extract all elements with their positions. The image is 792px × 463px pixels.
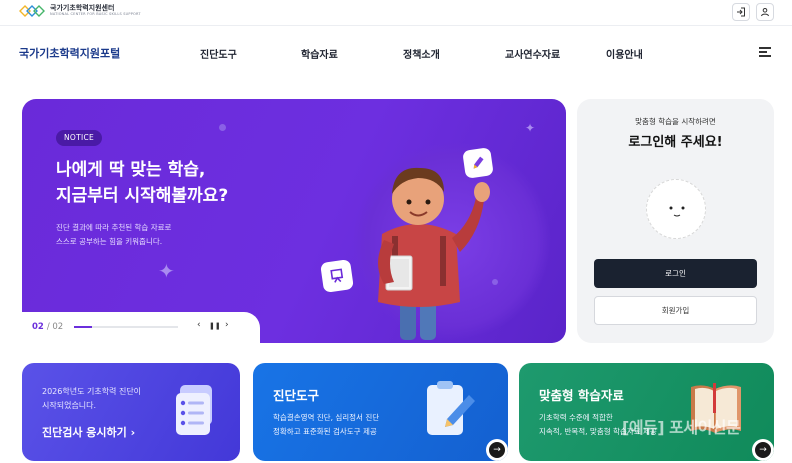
hamburger-menu-icon[interactable] xyxy=(759,47,771,57)
take-exam-link[interactable]: 진단검사 응시하기 › xyxy=(42,424,135,440)
login-title: 로그인해 주세요! xyxy=(628,135,723,150)
login-subtitle: 맞춤형 학습을 시작하려면 xyxy=(635,117,716,126)
smiley-avatar-icon xyxy=(646,179,706,239)
easel-badge-icon xyxy=(320,259,354,293)
pause-slide-button[interactable]: ❚❚ xyxy=(209,322,221,330)
card-custom-learning[interactable]: 맞춤형 학습자료 기초학력 수준에 적합한 지속적, 반복적, 맞춤형 학습자료… xyxy=(519,363,774,461)
user-icon xyxy=(761,8,769,17)
login-button[interactable]: 로그인 xyxy=(594,259,757,288)
card-exam-text: 2026학년도 기초학력 진단이 시작되었습니다. xyxy=(42,387,142,410)
slide-counter: 02 / 02 xyxy=(32,322,64,332)
card-tools-arrow-button[interactable]: → xyxy=(486,439,508,461)
hero-slide-pager: 02 / 02 ‹ ❚❚ › xyxy=(22,312,260,343)
main-navigation: 국가기초학력지원포털 진단도구 학습자료 정책소개 교사연수자료 이용안내 xyxy=(0,26,792,80)
pencil-badge-icon xyxy=(462,147,494,179)
card-diagnostic-exam[interactable]: 2026학년도 기초학력 진단이 시작되었습니다. 진단검사 응시하기 › xyxy=(22,363,240,461)
user-icon-button[interactable] xyxy=(756,3,774,21)
logo-title: 국가기초학력지원센터 xyxy=(50,4,115,13)
hero-banner[interactable]: ✦ ✦ NOTICE 나에게 딱 맞는 학습, 지금부터 시작해볼까요? 진단 … xyxy=(22,99,566,343)
card-tools-description: 학습결손영역 진단, 심리정서 진단 정확하고 표준화된 검사도구 제공 xyxy=(273,413,380,436)
top-utility-bar: 국가기초학력지원센터 NATIONAL CENTER FOR BASIC SKI… xyxy=(0,0,792,26)
nav-item-diagnostic-tools[interactable]: 진단도구 xyxy=(200,46,237,61)
signup-button[interactable]: 회원가입 xyxy=(594,296,757,325)
sparkle-icon: ✦ xyxy=(525,121,536,135)
document-stack-icon xyxy=(176,385,212,435)
portal-brand[interactable]: 국가기초학력지원포털 xyxy=(19,45,120,61)
prev-slide-button[interactable]: ‹ xyxy=(197,320,201,330)
card-diagnostic-tools[interactable]: 진단도구 학습결손영역 진단, 심리정서 진단 정확하고 표준화된 검사도구 제… xyxy=(253,363,508,461)
hero-description: 진단 결과에 따라 추천된 학습 자료로 스스로 공부하는 힘을 키워줍니다. xyxy=(56,223,172,246)
decor-dot xyxy=(219,124,226,131)
logo-diamond-icon xyxy=(19,5,45,17)
login-icon xyxy=(737,7,745,17)
sparkle-icon: ✦ xyxy=(158,259,175,283)
login-panel: 맞춤형 학습을 시작하려면 로그인해 주세요! 로그인 회원가입 xyxy=(577,99,774,343)
card-learning-title: 맞춤형 학습자료 xyxy=(539,388,624,403)
nav-item-policy[interactable]: 정책소개 xyxy=(403,46,440,61)
login-icon-button[interactable] xyxy=(732,3,750,21)
card-tools-title: 진단도구 xyxy=(273,388,320,403)
nav-item-teacher-training[interactable]: 교사연수자료 xyxy=(505,46,560,61)
slide-progress-fill xyxy=(74,326,92,328)
hero-title: 나에게 딱 맞는 학습, 지금부터 시작해볼까요? xyxy=(56,160,229,206)
nav-item-learning-materials[interactable]: 학습자료 xyxy=(301,46,338,61)
site-logo[interactable]: 국가기초학력지원센터 NATIONAL CENTER FOR BASIC SKI… xyxy=(18,3,141,19)
watermark-text: [에듀] 포세이신문 xyxy=(622,418,741,437)
slide-progress-track xyxy=(74,326,178,328)
notice-badge: NOTICE xyxy=(56,130,103,146)
card-learning-arrow-button[interactable]: → xyxy=(752,439,774,461)
nav-item-guide[interactable]: 이용안내 xyxy=(606,46,643,61)
logo-subtitle: NATIONAL CENTER FOR BASIC SKILLS SUPPORT xyxy=(50,12,141,17)
next-slide-button[interactable]: › xyxy=(225,320,229,330)
clipboard-icon xyxy=(427,381,475,435)
